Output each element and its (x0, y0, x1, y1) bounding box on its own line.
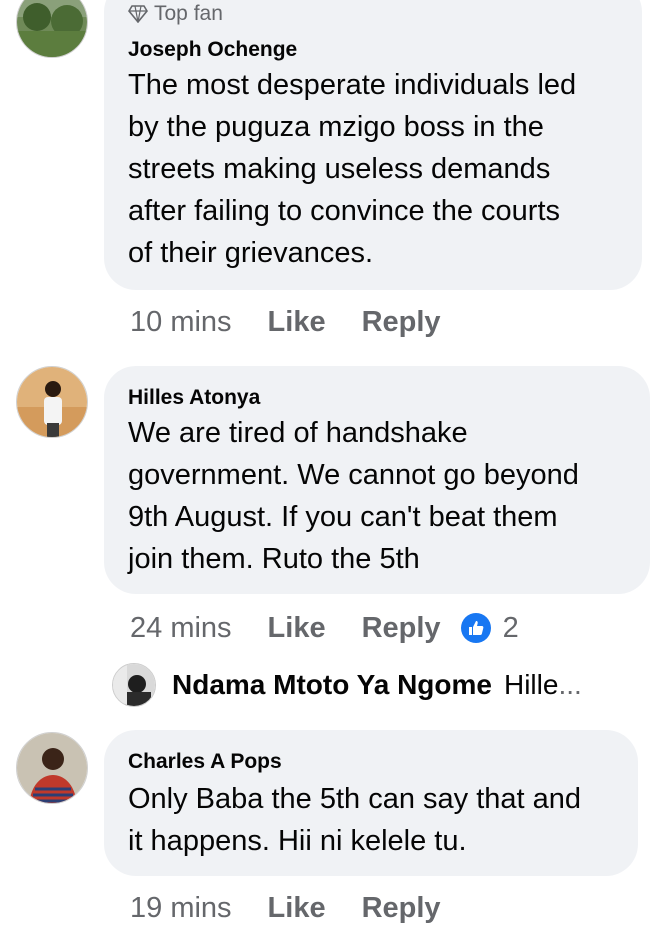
comment-actions: 10 mins Like Reply (130, 302, 477, 342)
reply-button[interactable]: Reply (362, 892, 441, 925)
person-photo-icon (17, 733, 87, 803)
reply-ellipsis: ... (558, 669, 582, 700)
comment-actions: 24 mins Like Reply 2 (130, 608, 519, 648)
top-fan-badge: Top fan (128, 2, 223, 26)
like-button[interactable]: Like (268, 892, 326, 925)
reaction-summary[interactable]: 2 (460, 611, 519, 645)
comment-timestamp[interactable]: 19 mins (130, 892, 232, 925)
reply-preview[interactable]: Ndama Mtoto Ya Ngome Hille ... (112, 660, 582, 710)
reply-button[interactable]: Reply (362, 612, 441, 645)
badge-label: Top fan (154, 2, 223, 25)
comment-actions: 19 mins Like Reply (130, 888, 477, 928)
reaction-count: 2 (502, 611, 519, 644)
diamond-icon (128, 5, 148, 23)
comment-timestamp[interactable]: 24 mins (130, 612, 232, 645)
comment-text: The most desperate individuals led by th… (128, 69, 577, 269)
reply-author[interactable]: Ndama Mtoto Ya Ngome (172, 669, 492, 701)
comment-timestamp[interactable]: 10 mins (130, 306, 232, 339)
comment-bubble: Charles A Pops Only Baba the 5th can say… (104, 730, 638, 876)
comment-bubble: Hilles Atonya We are tired of handshake … (104, 366, 650, 594)
landscape-photo-icon (17, 0, 87, 57)
avatar[interactable] (112, 663, 156, 707)
comment-bubble: Top fan Joseph Ochenge The most desperat… (104, 0, 642, 290)
reply-button[interactable]: Reply (362, 306, 441, 339)
comment-author[interactable]: Joseph Ochenge (128, 38, 297, 62)
comment-text: Only Baba the 5th can say that and it ha… (128, 783, 582, 857)
like-button[interactable]: Like (268, 612, 326, 645)
avatar[interactable] (16, 366, 88, 438)
like-thumb-icon (460, 613, 491, 643)
person-photo-icon (113, 664, 155, 706)
reply-text: Hille (503, 669, 559, 700)
comment-text: We are tired of handshake government. We… (128, 417, 579, 575)
avatar[interactable] (16, 0, 88, 58)
comment-author[interactable]: Charles A Pops (128, 750, 282, 774)
person-photo-icon (17, 367, 87, 437)
comment-author[interactable]: Hilles Atonya (128, 386, 260, 410)
avatar[interactable] (16, 732, 88, 804)
like-button[interactable]: Like (268, 306, 326, 339)
